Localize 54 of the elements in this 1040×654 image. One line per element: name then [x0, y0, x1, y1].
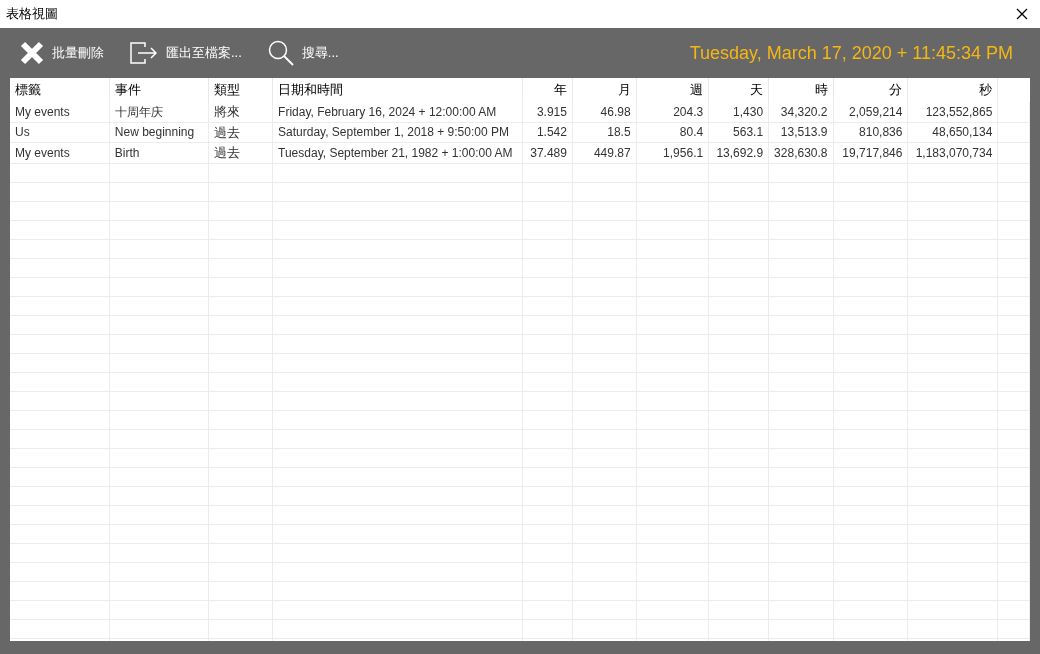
column-header[interactable]: 年 [553, 82, 567, 98]
table-cell: 46.98 [600, 104, 631, 119]
column-header[interactable]: 分 [889, 82, 903, 98]
column-header[interactable]: 事件 [114, 82, 141, 98]
table-cell: 1,956.1 [663, 145, 704, 160]
table-cell: 過去 [213, 124, 240, 140]
table-cell: 34,320.2 [780, 104, 828, 119]
export-icon [130, 42, 158, 64]
table-cell: 19,717,846 [842, 145, 903, 160]
table-cell: New beginning [114, 125, 195, 140]
column-header[interactable]: 類型 [213, 82, 240, 98]
table-cell: 13,513.9 [780, 125, 828, 140]
search-icon [267, 40, 294, 66]
table-cell: 810,836 [859, 125, 903, 140]
table-cell: 48,650,134 [932, 125, 993, 140]
column-header[interactable]: 日期和時間 [278, 82, 344, 98]
table-cell: 將來 [213, 104, 240, 119]
table-cell: 563.1 [733, 125, 764, 140]
export-button[interactable]: 匯出至檔案... [130, 42, 242, 64]
table-cell: 37.489 [530, 145, 567, 160]
table-cell: Us [15, 125, 30, 140]
table-cell: Friday, February 16, 2024 + 12:00:00 AM [278, 104, 497, 119]
column-header[interactable]: 秒 [979, 82, 993, 98]
delete-icon [20, 41, 44, 65]
close-icon [1016, 8, 1028, 20]
table-cell: 過去 [213, 145, 240, 160]
search-button[interactable]: 搜尋... [267, 40, 339, 66]
table-cell: 204.3 [673, 104, 704, 119]
column-header[interactable]: 週 [690, 82, 704, 98]
table-cell: My events [15, 145, 70, 160]
column-header[interactable]: 標籤 [15, 82, 41, 98]
window-title: 表格視圖 [6, 5, 58, 24]
table-cell: Saturday, September 1, 2018 + 9:50:00 PM [278, 125, 509, 140]
column-header[interactable]: 天 [750, 82, 764, 98]
table-cell: 3.915 [536, 104, 567, 119]
table-cell: 13,692.9 [716, 145, 764, 160]
table-cell: Birth [114, 145, 140, 160]
column-header[interactable]: 月 [617, 82, 631, 98]
current-datetime: Tuesday, March 17, 2020 + 11:45:34 PM [689, 41, 1013, 65]
table-cell: 123,552,865 [925, 104, 993, 119]
table-cell: 十周年庆 [114, 104, 163, 119]
table-cell: 18.5 [607, 125, 631, 140]
table-cell: 449.87 [593, 145, 631, 160]
table-cell: My events [15, 104, 70, 119]
table-cell: 1,430 [733, 104, 764, 119]
close-button[interactable] [1014, 6, 1030, 22]
table-cell: Tuesday, September 21, 1982 + 1:00:00 AM [278, 145, 513, 160]
table-cell: 80.4 [679, 125, 704, 140]
column-header[interactable]: 時 [814, 82, 828, 98]
table-cell: 1,183,070,734 [915, 145, 993, 160]
delete-button[interactable]: 批量刪除 [20, 41, 104, 65]
table-cell: 328,630.8 [774, 145, 828, 160]
table-cell: 1.542 [536, 125, 567, 140]
table-cell: 2,059,214 [849, 104, 903, 119]
